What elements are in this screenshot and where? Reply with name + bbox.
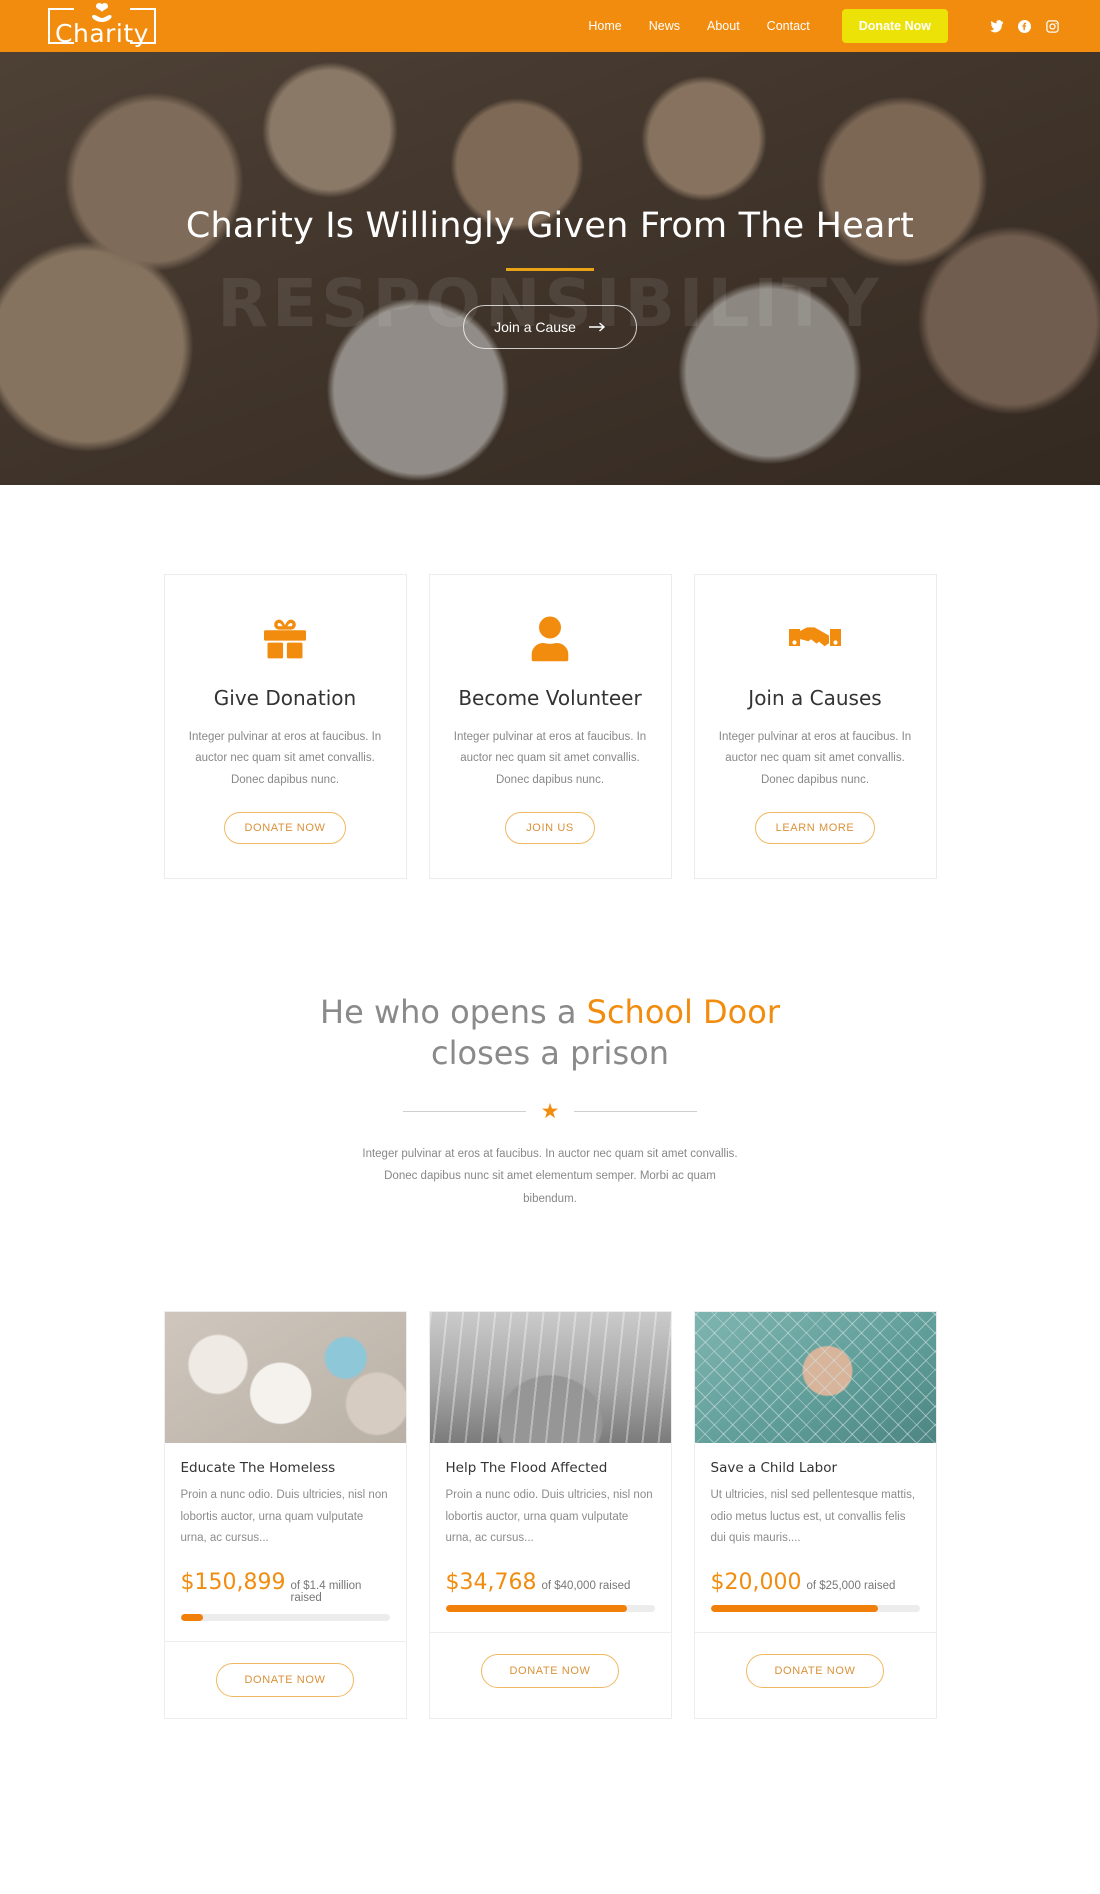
campaign-amount-row: $34,768 of $40,000 raised [446,1570,655,1595]
campaign-amount-raised: $34,768 [445,1570,537,1596]
star-icon: ★ [540,1099,560,1123]
campaign-donate-now-button[interactable]: DONATE NOW [215,1663,355,1698]
campaign-amount-row: $150,899 of $1.4 million raised [181,1570,390,1604]
campaign-description: Proin a nunc odio. Duis ultricies, nisl … [180,1489,388,1544]
handshake-icon [717,613,914,665]
quote-line1-highlight: School Door [586,992,780,1031]
campaign-progress-bar [710,1605,920,1613]
site-logo[interactable]: Charity [48,3,156,48]
campaign-description: Proin a nunc odio. Duis ultricies, nisl … [445,1489,653,1544]
person-icon [452,613,649,665]
quote-divider: ★ [0,1101,1100,1122]
nav-item-contact[interactable]: Contact [767,19,810,33]
quote-heading: He who opens a School Door closes a pris… [0,992,1100,1075]
campaign-image [164,1312,406,1444]
gift-icon [187,613,384,665]
services-section: Give Donation Integer pulvinar at eros a… [0,485,1100,879]
campaign-description: Ut ultricies, nisl sed pellentesque matt… [710,1489,916,1544]
hero-title: Charity Is Willingly Given From The Hear… [185,206,915,246]
campaign-progress-bar [445,1605,655,1613]
join-a-cause-label: Join a Cause [494,319,576,335]
campaign-card-save-a-child-labor: Save a Child Labor Ut ultricies, nisl se… [693,1311,937,1720]
campaign-title: Help The Flood Affected [445,1460,608,1477]
quote-line2: closes a prison [431,1034,669,1073]
quote-paragraph: Integer pulvinar at eros at faucibus. In… [362,1147,738,1205]
social-links [989,19,1060,34]
campaign-amount-raised: $20,000 [710,1570,802,1596]
campaign-amount-raised: $150,899 [180,1570,286,1596]
campaign-title: Save a Child Labor [710,1460,838,1477]
service-description: Integer pulvinar at eros at faucibus. In… [188,731,382,786]
service-card-become-volunteer: Become Volunteer Integer pulvinar at ero… [428,574,672,879]
divider-line-left [402,1110,526,1112]
campaign-goal-text: of $40,000 raised [541,1580,631,1593]
service-description: Integer pulvinar at eros at faucibus. In… [453,731,647,786]
nav-item-about[interactable]: About [707,19,740,33]
divider-line-right [574,1110,698,1112]
campaign-image [694,1312,936,1444]
instagram-icon[interactable] [1045,19,1060,34]
campaign-amount-row: $20,000 of $25,000 raised [711,1570,920,1595]
campaign-title: Educate The Homeless [180,1460,336,1477]
hero-section: RESPONSIBILITY Charity Is Willingly Give… [0,52,1100,485]
campaigns-section: Educate The Homeless Proin a nunc odio. … [0,1210,1100,1720]
campaign-progress-fill [180,1614,204,1622]
facebook-icon[interactable] [1017,19,1032,34]
service-title: Join a Causes [748,686,882,710]
service-donate-now-button[interactable]: DONATE NOW [223,811,347,844]
campaign-progress-fill [445,1605,628,1613]
service-card-give-donation: Give Donation Integer pulvinar at eros a… [163,574,407,879]
twitter-icon[interactable] [989,19,1004,34]
service-description: Integer pulvinar at eros at faucibus. In… [718,731,912,786]
arrow-right-icon [588,322,605,332]
join-a-cause-button[interactable]: Join a Cause [463,305,637,349]
campaign-progress-fill [710,1605,878,1613]
service-title: Become Volunteer [458,686,642,710]
main-nav: Home News About Contact Donate Now [588,9,1060,43]
nav-item-home[interactable]: Home [588,19,621,33]
campaign-donate-now-button[interactable]: DONATE NOW [480,1654,620,1689]
logo-text: Charity [55,19,149,48]
header-donate-now-button[interactable]: Donate Now [841,9,948,43]
quote-line1-plain: He who opens a [320,992,587,1031]
campaign-goal-text: of $25,000 raised [806,1580,896,1593]
quote-section: He who opens a School Door closes a pris… [0,879,1100,1210]
campaign-card-educate-the-homeless: Educate The Homeless Proin a nunc odio. … [163,1311,407,1720]
site-header: Charity Home News About Contact Donate N… [0,0,1100,52]
campaign-progress-bar [180,1614,390,1622]
service-join-us-button[interactable]: JOIN US [505,811,595,844]
campaign-goal-text: of $1.4 million raised [290,1580,362,1605]
service-card-join-a-causes: Join a Causes Integer pulvinar at eros a… [693,574,937,879]
nav-item-news[interactable]: News [649,19,680,33]
campaign-donate-now-button[interactable]: DONATE NOW [745,1654,885,1689]
service-title: Give Donation [213,686,357,710]
campaign-image [429,1312,671,1444]
campaign-card-help-the-flood-affected: Help The Flood Affected Proin a nunc odi… [428,1311,672,1720]
hero-title-underline [506,268,594,271]
service-learn-more-button[interactable]: LEARN MORE [754,811,876,844]
